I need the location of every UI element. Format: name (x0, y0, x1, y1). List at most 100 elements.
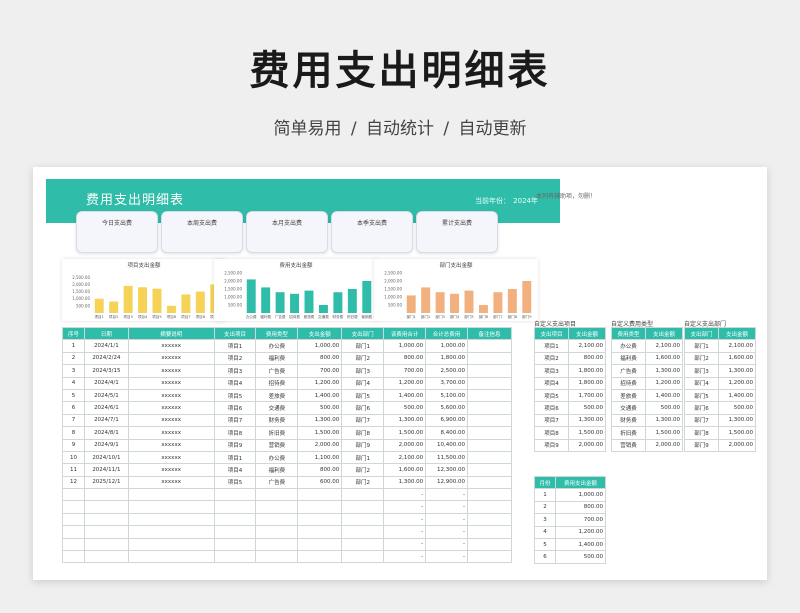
table-cell[interactable] (83, 500, 129, 514)
table-cell[interactable]: 广告费 (611, 364, 646, 378)
table-cell[interactable] (467, 438, 512, 452)
table-cell[interactable]: 部门3 (341, 364, 385, 378)
table-cell[interactable]: 项目2 (534, 351, 569, 366)
table-row[interactable]: 部门9 2,000.00 (684, 438, 757, 452)
table-cell[interactable]: 1,000.00 (425, 339, 469, 353)
table-cell[interactable] (213, 488, 257, 502)
table-cell[interactable]: 财务费 (611, 413, 646, 428)
table-cell[interactable] (213, 512, 257, 527)
column-header[interactable]: 序号 (62, 326, 85, 341)
table-cell[interactable]: 1,300.00 (297, 413, 343, 428)
table-cell[interactable]: 招待费 (255, 376, 299, 390)
table-cell[interactable]: - (425, 488, 469, 502)
table-cell[interactable]: 1,800.00 (425, 351, 469, 366)
table-cell[interactable]: - (383, 537, 427, 552)
table-cell[interactable]: 1,500.00 (644, 426, 684, 440)
table-cell[interactable]: 1,000.00 (383, 339, 427, 353)
table-cell[interactable]: 10,400.00 (425, 438, 469, 452)
table-cell[interactable]: 3 (62, 364, 85, 378)
table-cell[interactable]: 项目5 (534, 388, 569, 403)
table-cell[interactable]: - (383, 525, 427, 539)
table-row[interactable]: -- (62, 525, 512, 539)
table-cell[interactable]: 8,400.00 (425, 426, 469, 440)
table-row[interactable]: 部门3 1,300.00 (684, 364, 757, 378)
table-cell[interactable]: 部门2 (341, 351, 385, 366)
table-cell[interactable]: 1,600.00 (644, 351, 684, 366)
table-cell[interactable]: 项目9 (213, 438, 257, 452)
table-cell[interactable] (127, 500, 215, 514)
table-cell[interactable] (255, 525, 299, 539)
table-row[interactable]: 项目6 500.00 (534, 401, 607, 415)
table-cell[interactable] (83, 512, 129, 527)
table-cell[interactable]: 600.00 (297, 475, 343, 490)
table-cell[interactable]: 11,500.00 (425, 450, 469, 465)
table-cell[interactable]: 6 (62, 401, 85, 415)
table-cell[interactable] (467, 463, 512, 477)
table-cell[interactable]: 6,900.00 (425, 413, 469, 428)
table-cell[interactable]: 2,500.00 (425, 364, 469, 378)
table-row[interactable]: 办公费 2,100.00 (611, 339, 684, 353)
table-cell[interactable]: 营销费 (611, 438, 646, 452)
table-row[interactable]: 部门5 1,400.00 (684, 388, 757, 403)
table-cell[interactable]: 1,200.00 (717, 376, 757, 390)
table-cell[interactable]: 1,800.00 (567, 376, 607, 390)
table-cell[interactable]: 2025/12/1 (83, 475, 129, 490)
table-row[interactable]: 5 1,400.00 (533, 537, 606, 552)
table-cell[interactable]: - (425, 500, 469, 514)
table-cell[interactable]: 项目1 (213, 339, 257, 353)
table-cell[interactable]: - (383, 500, 427, 514)
table-cell[interactable]: 部门9 (341, 438, 385, 452)
table-cell[interactable]: 1,300.00 (383, 475, 427, 490)
table-cell[interactable]: xxxxxx (127, 376, 215, 390)
table-cell[interactable]: 500.00 (567, 401, 607, 415)
table-cell[interactable] (467, 364, 512, 378)
table-cell[interactable] (467, 388, 512, 403)
table-cell[interactable] (255, 512, 299, 527)
table-cell[interactable]: 1,200.00 (644, 376, 684, 390)
table-cell[interactable] (62, 550, 85, 564)
table-cell[interactable]: 700.00 (555, 513, 606, 527)
column-header[interactable]: 备注信息 (467, 326, 512, 341)
table-cell[interactable] (297, 525, 343, 539)
table-cell[interactable]: 1,700.00 (567, 388, 607, 403)
table-row[interactable]: 2 2024/2/24 xxxxxx 项目2 福利费 800.00 部门2 800.00 1,8… (62, 351, 512, 366)
table-row[interactable]: -- (62, 550, 512, 564)
table-row[interactable]: 项目7 1,300.00 (534, 413, 607, 428)
table-row[interactable]: 9 2024/9/1 xxxxxx 项目9 营销费 2,000.00 部门9 2,000.00… (62, 438, 512, 452)
table-cell[interactable]: 6 (533, 550, 557, 564)
table-cell[interactable]: 部门8 (341, 426, 385, 440)
table-cell[interactable] (213, 525, 257, 539)
table-cell[interactable] (83, 537, 129, 552)
table-row[interactable]: 8 2024/8/1 xxxxxx 项目8 折旧费 1,500.00 部门8 1,500.00… (62, 426, 512, 440)
table-cell[interactable]: 项目9 (534, 438, 569, 452)
table-cell[interactable]: 项目5 (213, 388, 257, 403)
table-cell[interactable]: 3,700.00 (425, 376, 469, 390)
table-cell[interactable]: 1,400.00 (644, 388, 684, 403)
column-header[interactable]: 支出部门 (341, 326, 385, 341)
table-cell[interactable] (62, 500, 85, 514)
table-cell[interactable]: - (383, 550, 427, 564)
table-cell[interactable]: 2,000.00 (644, 438, 684, 452)
table-cell[interactable]: 3 (533, 513, 557, 527)
table-cell[interactable] (467, 488, 512, 502)
table-row[interactable]: -- (62, 488, 512, 502)
table-cell[interactable]: 1,800.00 (567, 364, 607, 378)
table-row[interactable]: 10 2024/10/1 xxxxxx 项目1 办公费 1,100.00 部门1 2,100.… (62, 450, 512, 465)
table-cell[interactable]: 12 (62, 475, 85, 490)
table-cell[interactable]: 1,300.00 (717, 364, 757, 378)
table-cell[interactable]: 项目7 (213, 413, 257, 428)
table-cell[interactable] (341, 550, 385, 564)
table-cell[interactable]: 1,200.00 (555, 525, 606, 539)
table-cell[interactable]: 差旅费 (255, 388, 299, 403)
table-cell[interactable]: 4 (533, 525, 557, 539)
table-cell[interactable]: 8 (62, 426, 85, 440)
table-cell[interactable]: 部门2 (341, 475, 385, 490)
table-cell[interactable]: 1,500.00 (383, 426, 427, 440)
column-header[interactable]: 支出部门 (684, 326, 719, 341)
table-cell[interactable]: 1,300.00 (383, 413, 427, 428)
table-row[interactable]: 2 800.00 (533, 500, 606, 515)
table-row[interactable]: 3 2024/3/15 xxxxxx 项目3 广告费 700.00 部门3 700.00 2,5… (62, 364, 512, 378)
table-cell[interactable] (297, 537, 343, 552)
table-cell[interactable] (213, 537, 257, 552)
table-cell[interactable]: 9 (62, 438, 85, 452)
